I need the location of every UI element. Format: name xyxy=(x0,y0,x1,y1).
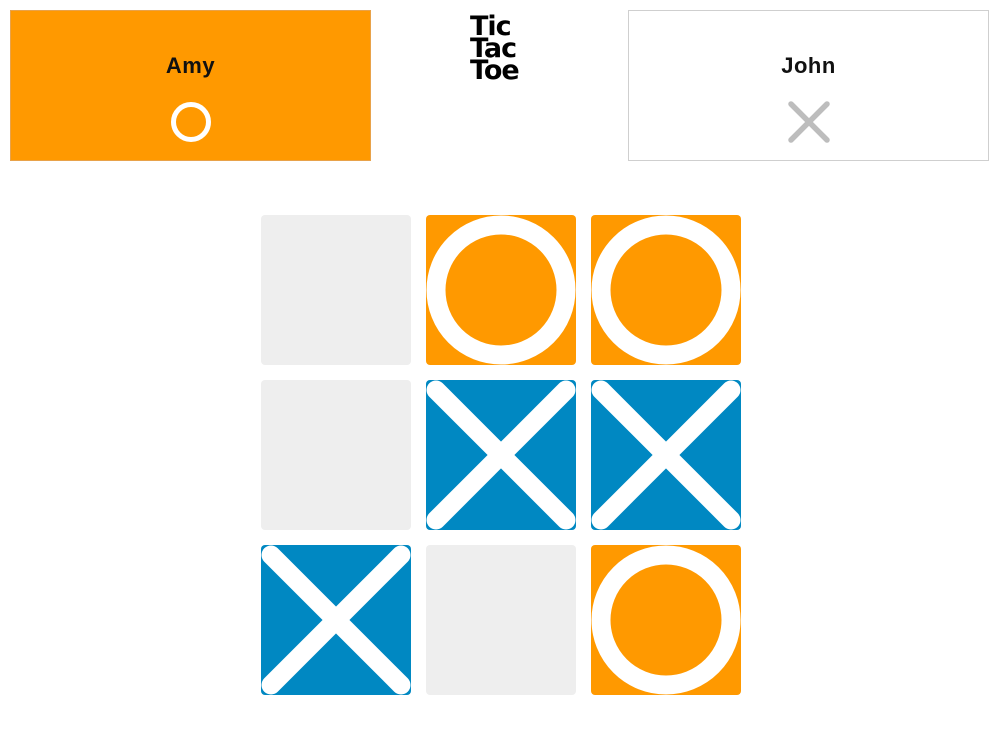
game-page: Amy Tic Tac Toe John xyxy=(0,0,1006,748)
x-icon xyxy=(426,380,576,530)
board-cell-r1-c1[interactable] xyxy=(261,215,411,365)
x-icon xyxy=(591,380,741,530)
x-icon xyxy=(787,101,830,143)
x-icon xyxy=(261,545,411,695)
game-board xyxy=(261,215,741,695)
player-name-john: John xyxy=(781,53,836,78)
o-icon xyxy=(426,215,576,365)
logo-line-toe: Toe xyxy=(470,55,520,86)
empty-cell-fill xyxy=(261,215,411,365)
player-card-john: John xyxy=(628,10,989,161)
board-cell-r1-c3[interactable] xyxy=(591,215,741,365)
o-icon xyxy=(170,102,211,142)
empty-cell-fill xyxy=(261,380,411,530)
board-cell-r1-c2[interactable] xyxy=(426,215,576,365)
game-logo: Tic Tac Toe xyxy=(470,13,540,86)
player-name-amy: Amy xyxy=(165,53,216,78)
player-card-amy: Amy xyxy=(10,10,371,161)
empty-cell-fill xyxy=(426,545,576,695)
o-icon xyxy=(591,215,741,365)
board-cell-r2-c2[interactable] xyxy=(426,380,576,530)
board-cell-r2-c1[interactable] xyxy=(261,380,411,530)
board-cell-r3-c2[interactable] xyxy=(426,545,576,695)
board-cell-r3-c3[interactable] xyxy=(591,545,741,695)
o-icon xyxy=(591,545,741,695)
board-cell-r3-c1[interactable] xyxy=(261,545,411,695)
board-cell-r2-c3[interactable] xyxy=(591,380,741,530)
